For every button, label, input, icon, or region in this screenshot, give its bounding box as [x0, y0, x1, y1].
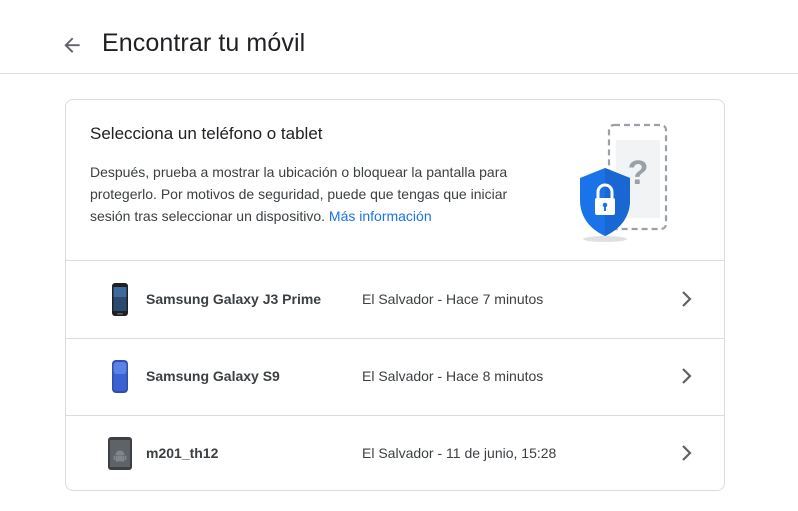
device-location: El Salvador - Hace 7 minutos [362, 291, 544, 307]
phone-dark-icon [106, 281, 134, 318]
device-name: Samsung Galaxy S9 [146, 368, 280, 384]
chevron-right-icon [676, 366, 696, 386]
device-location: El Salvador - Hace 8 minutos [362, 368, 544, 384]
chevron-right-icon [676, 443, 696, 463]
phone-blue-icon [106, 358, 134, 395]
arrow-back-icon [64, 37, 80, 53]
intro-description-text: Después, prueba a mostrar la ubicación o… [90, 164, 508, 224]
phone-lock-question-icon: ? [578, 122, 678, 244]
intro-description: Después, prueba a mostrar la ubicación o… [90, 161, 530, 227]
device-name: m201_th12 [146, 445, 219, 461]
device-row[interactable]: Samsung Galaxy S9 El Salvador - Hace 8 m… [66, 338, 724, 416]
device-card: Selecciona un teléfono o tablet Después,… [65, 99, 725, 491]
page-title: Encontrar tu móvil [102, 29, 306, 57]
intro-section: Selecciona un teléfono o tablet Después,… [66, 100, 724, 261]
device-location: El Salvador - 11 de junio, 15:28 [362, 445, 557, 461]
svg-text:?: ? [628, 154, 649, 192]
device-row[interactable]: m201_th12 El Salvador - 11 de junio, 15:… [66, 415, 724, 490]
android-tablet-icon [106, 435, 134, 472]
more-info-link[interactable]: Más información [329, 208, 432, 224]
chevron-right-icon [676, 289, 696, 309]
app-header: Encontrar tu móvil [0, 0, 798, 74]
intro-title: Selecciona un teléfono o tablet [90, 124, 323, 143]
device-name: Samsung Galaxy J3 Prime [146, 291, 322, 307]
device-row[interactable]: Samsung Galaxy J3 Prime El Salvador - Ha… [66, 261, 724, 339]
back-button[interactable] [60, 33, 88, 61]
